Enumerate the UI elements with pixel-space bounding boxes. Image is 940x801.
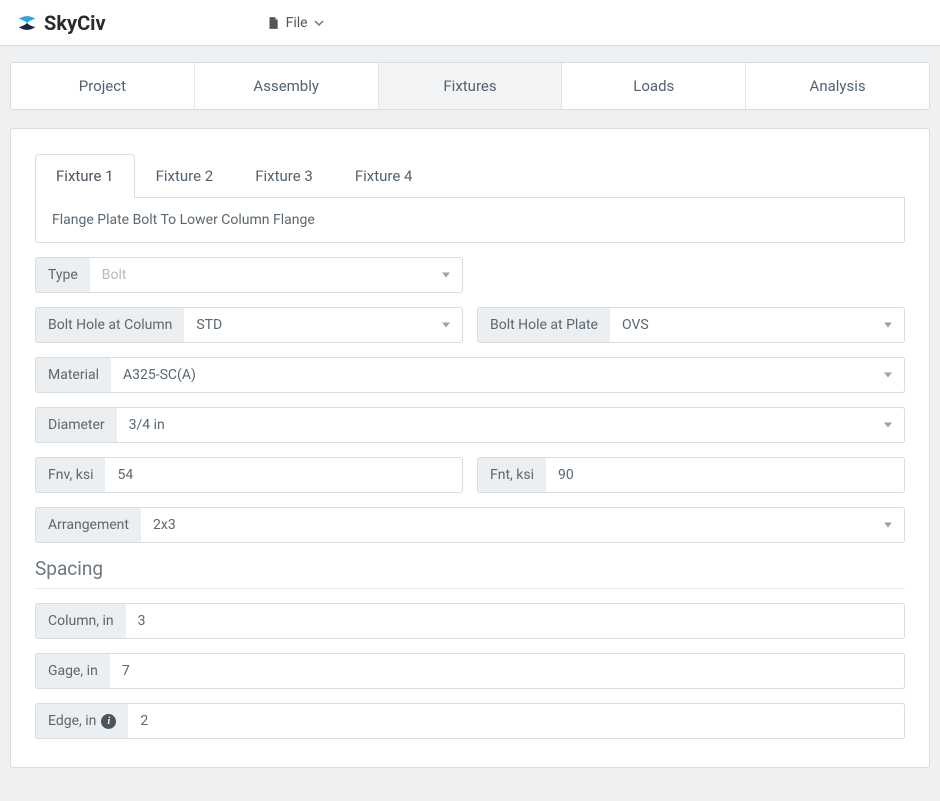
spacing-gage-field: Gage, in [35,653,905,689]
tab-analysis[interactable]: Analysis [746,63,929,109]
type-label: Type [36,258,90,292]
tab-assembly[interactable]: Assembly [195,63,379,109]
bolt-hole-plate-field: Bolt Hole at Plate OVS [477,307,905,343]
fnt-input[interactable] [558,467,892,483]
file-icon [266,15,280,31]
chevron-down-icon [884,523,892,528]
file-menu[interactable]: File [266,15,324,31]
sub-tab-fixture-3[interactable]: Fixture 3 [234,154,334,198]
material-label: Material [36,358,111,392]
spacing-edge-label-text: Edge, in [48,713,96,729]
spacing-edge-input[interactable] [140,713,892,729]
fixture-description: Flange Plate Bolt To Lower Column Flange [35,198,905,243]
chevron-down-icon [884,323,892,328]
type-select[interactable]: Bolt [90,258,462,292]
brand-text: SkyCiv [44,11,106,35]
spacing-edge-input-wrap [128,704,904,738]
fixture-sub-tabs: Fixture 1 Fixture 2 Fixture 3 Fixture 4 [35,153,905,198]
chevron-down-icon [442,273,450,278]
spacing-gage-input[interactable] [122,663,892,679]
fnv-label: Fnv, ksi [36,458,105,492]
tab-loads[interactable]: Loads [562,63,746,109]
file-menu-label: File [286,15,308,31]
main-tabs: Project Assembly Fixtures Loads Analysis [10,62,930,110]
fnv-field: Fnv, ksi [35,457,463,493]
sub-tab-fixture-2[interactable]: Fixture 2 [135,154,235,198]
arrangement-field: Arrangement 2x3 [35,507,905,543]
spacing-column-input-wrap [126,604,904,638]
material-field: Material A325-SC(A) [35,357,905,393]
bolt-hole-column-field: Bolt Hole at Column STD [35,307,463,343]
diameter-select[interactable]: 3/4 in [117,408,904,442]
spacing-gage-input-wrap [110,654,904,688]
tab-fixtures[interactable]: Fixtures [379,63,563,109]
diameter-value: 3/4 in [129,417,165,433]
arrangement-select[interactable]: 2x3 [141,508,904,542]
chevron-down-icon [884,373,892,378]
arrangement-value: 2x3 [153,517,176,533]
sub-tab-fixture-4[interactable]: Fixture 4 [334,154,434,198]
fnv-input-wrap [105,458,462,492]
bolt-hole-plate-value: OVS [622,317,649,333]
spacing-edge-label: Edge, in i [36,704,128,738]
skyciv-logo-icon [16,12,38,34]
brand-logo: SkyCiv [16,11,106,35]
top-bar: SkyCiv File [0,0,940,46]
sub-tab-fixture-1[interactable]: Fixture 1 [35,154,135,198]
material-select[interactable]: A325-SC(A) [111,358,904,392]
spacing-column-label: Column, in [36,604,126,638]
bolt-hole-column-value: STD [196,317,222,333]
tab-project[interactable]: Project [11,63,195,109]
page-wrap: Project Assembly Fixtures Loads Analysis… [0,46,940,778]
type-value: Bolt [102,267,127,283]
fixtures-panel: Fixture 1 Fixture 2 Fixture 3 Fixture 4 … [10,128,930,768]
fnt-field: Fnt, ksi [477,457,905,493]
spacing-edge-field: Edge, in i [35,703,905,739]
material-value: A325-SC(A) [123,367,196,383]
spacing-column-field: Column, in [35,603,905,639]
spacing-column-input[interactable] [138,613,892,629]
chevron-down-icon [884,423,892,428]
bolt-hole-column-label: Bolt Hole at Column [36,308,184,342]
type-field: Type Bolt [35,257,463,293]
spacing-gage-label: Gage, in [36,654,110,688]
chevron-down-icon [442,323,450,328]
diameter-label: Diameter [36,408,117,442]
fnt-label: Fnt, ksi [478,458,546,492]
bolt-hole-plate-select[interactable]: OVS [610,308,904,342]
info-icon[interactable]: i [101,714,116,729]
fnt-input-wrap [546,458,904,492]
diameter-field: Diameter 3/4 in [35,407,905,443]
spacing-heading: Spacing [35,557,905,589]
arrangement-label: Arrangement [36,508,141,542]
bolt-hole-plate-label: Bolt Hole at Plate [478,308,610,342]
chevron-down-icon [314,18,324,28]
bolt-hole-column-select[interactable]: STD [184,308,462,342]
fnv-input[interactable] [117,467,450,483]
